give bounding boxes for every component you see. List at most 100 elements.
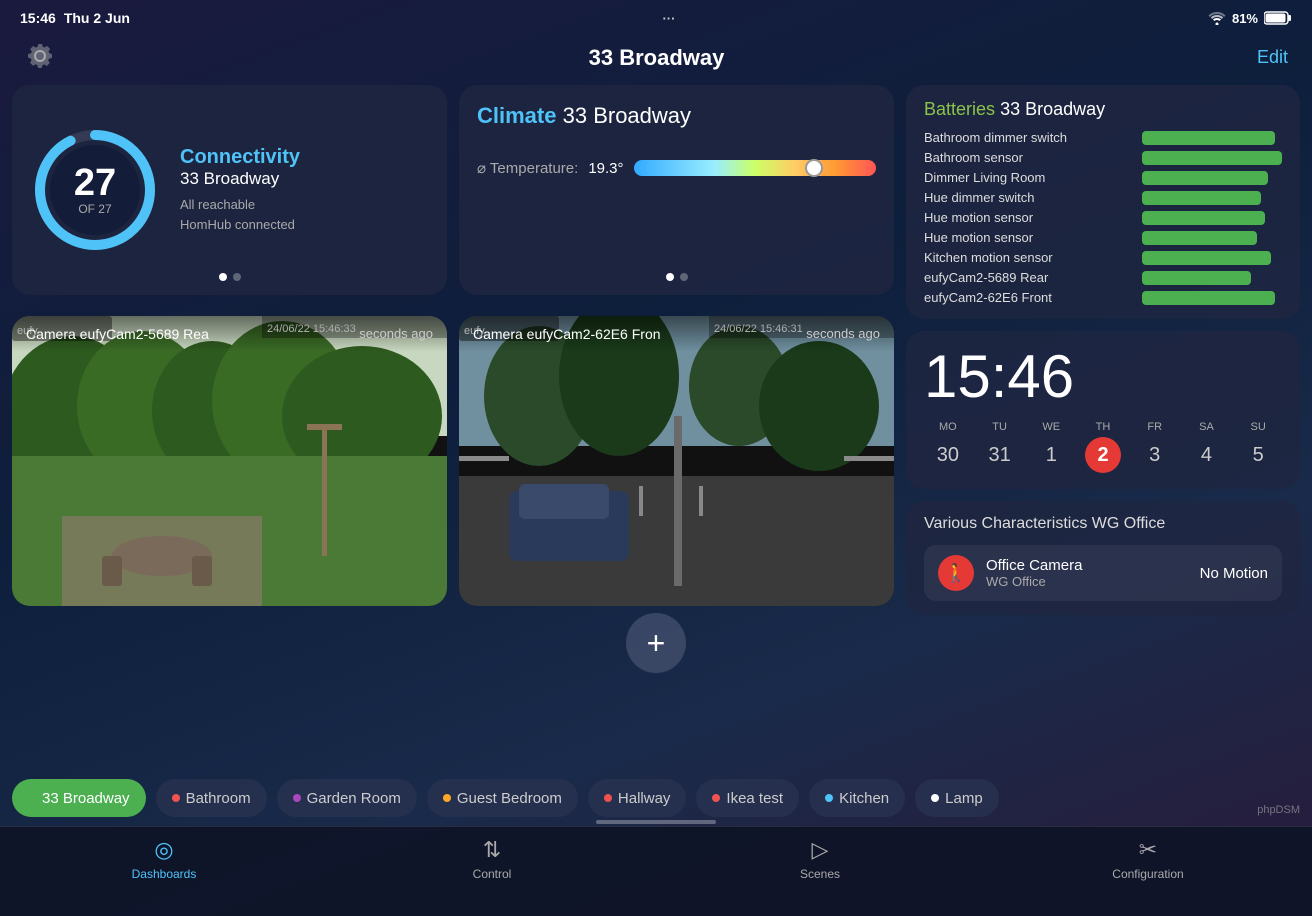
location-tab[interactable]: Bathroom	[156, 779, 267, 817]
connectivity-status: All reachable HomHub connected	[180, 195, 300, 234]
various-title: Various Characteristics WG Office	[924, 515, 1282, 533]
battery-name: Hue motion sensor	[924, 210, 1132, 225]
location-tab[interactable]: Kitchen	[809, 779, 905, 817]
batteries-card: Batteries 33 Broadway Bathroom dimmer sw…	[906, 85, 1300, 319]
battery-bar-container	[1142, 211, 1282, 225]
dot-1	[219, 273, 227, 281]
battery-bar	[1142, 171, 1268, 185]
battery-item: Dimmer Living Room	[924, 170, 1282, 185]
loc-dot	[604, 794, 612, 802]
battery-name: Bathroom dimmer switch	[924, 130, 1132, 145]
battery-bar	[1142, 291, 1275, 305]
gear-button[interactable]	[24, 40, 56, 75]
clock-card: 15:46 MO 30 TU 31 WE 1 TH 2 FR 3 SA 4 SU…	[906, 331, 1300, 489]
battery-item: eufyCam2-62E6 Front	[924, 290, 1282, 305]
connectivity-card: 27 OF 27 Connectivity 33 Broadway All re…	[12, 85, 447, 295]
tab-icon: ✂	[1139, 837, 1157, 863]
battery-name: Dimmer Living Room	[924, 170, 1132, 185]
climate-dots	[666, 273, 688, 281]
cal-day-num: 30	[930, 437, 966, 473]
battery-bar-container	[1142, 231, 1282, 245]
location-tab[interactable]: Guest Bedroom	[427, 779, 578, 817]
loc-dot	[443, 794, 451, 802]
connectivity-label: Connectivity	[180, 146, 300, 169]
connectivity-dots	[219, 273, 241, 281]
battery-list: Bathroom dimmer switch Bathroom sensor D…	[924, 130, 1282, 305]
battery-name: Bathroom sensor	[924, 150, 1132, 165]
battery-bar-container	[1142, 151, 1282, 165]
camera-2-card[interactable]: Camera eufyCam2-62E6 Fron seconds ago	[459, 316, 894, 606]
battery-bar	[1142, 151, 1282, 165]
cal-day-num: 3	[1137, 437, 1173, 473]
location-tab[interactable]: 33 Broadway	[12, 779, 146, 817]
battery-bar	[1142, 271, 1251, 285]
battery-item: Hue motion sensor	[924, 210, 1282, 225]
right-column: Batteries 33 Broadway Bathroom dimmer sw…	[906, 85, 1300, 615]
cal-day-name: WE	[1042, 421, 1060, 433]
loc-dot	[28, 794, 36, 802]
temp-label: ⌀ Temperature:	[477, 159, 578, 177]
cal-day-num: 1	[1033, 437, 1069, 473]
location-tabs: 33 Broadway Bathroom Garden Room Guest Bedr…	[0, 770, 1312, 826]
climate-dot-2	[680, 273, 688, 281]
cal-day-name: MO	[939, 421, 957, 433]
tab-configuration[interactable]: ✂ Configuration	[984, 837, 1312, 881]
tab-label: Dashboards	[132, 867, 197, 881]
battery-bar-container	[1142, 171, 1282, 185]
battery-name: eufyCam2-62E6 Front	[924, 290, 1132, 305]
battery-name: Kitchen motion sensor	[924, 250, 1132, 265]
loc-dot	[172, 794, 180, 802]
temp-indicator	[805, 159, 823, 177]
battery-name: eufyCam2-5689 Rear	[924, 270, 1132, 285]
status-bar: 15:46 Thu 2 Jun ··· 81%	[0, 0, 1312, 36]
location-tab[interactable]: Ikea test	[696, 779, 799, 817]
location-tab[interactable]: Garden Room	[277, 779, 417, 817]
battery-bar	[1142, 251, 1271, 265]
clock-time: 15:46	[924, 347, 1282, 407]
time: 15:46	[20, 10, 56, 26]
cal-day-num: 4	[1188, 437, 1224, 473]
tab-label: Control	[473, 867, 512, 881]
cal-day: SU 5	[1234, 421, 1282, 473]
battery-bar	[1142, 131, 1275, 145]
battery-item: Hue dimmer switch	[924, 190, 1282, 205]
wifi-icon	[1208, 11, 1226, 25]
camera-1-card[interactable]: Camera eufyCam2-5689 Rea seconds ago	[12, 316, 447, 606]
camera-2-overlay: Camera eufyCam2-62E6 Fron seconds ago	[459, 316, 894, 352]
battery-item: Hue motion sensor	[924, 230, 1282, 245]
camera-2-image: eufy 24/06/22 15:46:31	[459, 316, 894, 606]
char-item-sub: WG Office	[986, 574, 1188, 589]
connectivity-ring: 27 OF 27	[30, 125, 160, 255]
tab-bar: ◎ Dashboards ⇅ Control ▷ Scenes ✂ Config…	[0, 826, 1312, 916]
camera-1-time: seconds ago	[359, 326, 433, 341]
tab-icon: ⇅	[483, 837, 501, 863]
battery-item: Bathroom dimmer switch	[924, 130, 1282, 145]
tab-scenes[interactable]: ▷ Scenes	[656, 837, 984, 881]
cal-day-num: 2	[1085, 437, 1121, 473]
cal-day-name: FR	[1147, 421, 1162, 433]
date: Thu 2 Jun	[64, 10, 130, 26]
char-item-name: Office Camera	[986, 557, 1188, 574]
battery-item: Bathroom sensor	[924, 150, 1282, 165]
tab-control[interactable]: ⇅ Control	[328, 837, 656, 881]
connectivity-count: 27	[74, 164, 116, 202]
location-tab[interactable]: Hallway	[588, 779, 687, 817]
climate-dot-1	[666, 273, 674, 281]
tab-dashboards[interactable]: ◎ Dashboards	[0, 837, 328, 881]
edit-button[interactable]: Edit	[1257, 47, 1288, 68]
char-item: 🚶 Office Camera WG Office No Motion	[924, 545, 1282, 601]
loc-dot	[293, 794, 301, 802]
cal-day: FR 3	[1131, 421, 1179, 473]
dot-2	[233, 273, 241, 281]
battery-bar-container	[1142, 291, 1282, 305]
cal-day: MO 30	[924, 421, 972, 473]
status-bar-dots: ···	[662, 11, 675, 26]
location-tab[interactable]: Lamp	[915, 779, 999, 817]
temperature-row: ⌀ Temperature: 19.3°	[477, 159, 876, 177]
calendar-row: MO 30 TU 31 WE 1 TH 2 FR 3 SA 4 SU 5	[924, 421, 1282, 473]
add-button[interactable]: +	[626, 613, 686, 673]
tab-label: Configuration	[1112, 867, 1183, 881]
batteries-title: Batteries 33 Broadway	[924, 99, 1282, 120]
battery-bar-container	[1142, 271, 1282, 285]
camera-2-title: Camera eufyCam2-62E6 Fron	[473, 326, 661, 342]
